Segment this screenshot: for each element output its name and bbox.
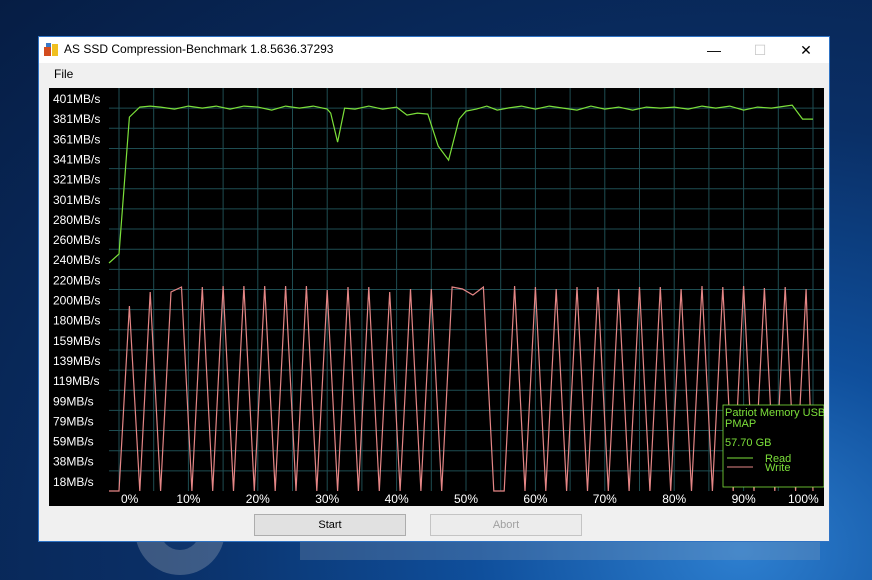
x-tick-label: 10% [176,492,200,506]
title-bar[interactable]: AS SSD Compression-Benchmark 1.8.5636.37… [39,37,829,63]
x-tick-label: 80% [662,492,686,506]
y-tick-label: 301MB/s [53,193,100,207]
y-tick-label: 381MB/s [53,112,100,126]
x-tick-label: 60% [523,492,547,506]
menu-file[interactable]: File [54,67,73,81]
y-tick-label: 321MB/s [53,173,100,187]
minimize-button[interactable]: — [691,37,737,63]
x-tick-label: 70% [593,492,617,506]
menu-bar: File [39,63,829,85]
x-tick-label: 100% [788,492,819,506]
chart-svg: 401MB/s 381MB/s 361MB/s 341MB/s 321MB/s 301MB… [53,88,824,506]
window-title: AS SSD Compression-Benchmark 1.8.5636.37… [64,42,334,56]
y-tick-label: 119MB/s [53,374,99,388]
y-tick-label: 401MB/s [53,92,100,106]
x-tick-label: 20% [246,492,270,506]
series-line-write [109,285,814,492]
y-tick-label: 59MB/s [53,435,94,449]
y-tick-label: 260MB/s [53,233,100,247]
close-button[interactable]: ✕ [783,37,829,63]
legend-volume-name: PMAP [725,418,756,430]
x-tick-label: 30% [315,492,339,506]
x-tick-label: 50% [454,492,478,506]
start-button[interactable]: Start [254,514,406,536]
y-tick-label: 180MB/s [53,314,100,328]
y-tick-label: 200MB/s [53,294,100,308]
y-tick-label: 220MB/s [53,273,100,287]
y-tick-label: 159MB/s [53,334,100,348]
y-tick-label: 280MB/s [53,213,100,227]
x-tick-label: 90% [732,492,756,506]
benchmark-chart: 401MB/s 381MB/s 361MB/s 341MB/s 321MB/s 301MB… [49,88,824,506]
legend-capacity: 57.70 GB [725,437,771,449]
abort-button[interactable]: Abort [430,514,582,536]
y-tick-label: 341MB/s [53,152,100,166]
y-tick-label: 99MB/s [53,394,94,408]
maximize-button[interactable]: ☐ [737,37,783,63]
legend-write-label: Write [765,462,790,474]
x-tick-label: 40% [385,492,409,506]
x-tick-label: 0% [121,492,139,506]
y-tick-label: 18MB/s [53,475,94,489]
y-tick-label: 361MB/s [53,132,100,146]
benchmark-window: AS SSD Compression-Benchmark 1.8.5636.37… [38,36,830,542]
y-tick-label: 139MB/s [53,354,100,368]
app-icon [44,43,58,56]
y-tick-label: 240MB/s [53,253,100,267]
y-tick-label: 79MB/s [53,414,94,428]
y-tick-label: 38MB/s [53,455,94,469]
